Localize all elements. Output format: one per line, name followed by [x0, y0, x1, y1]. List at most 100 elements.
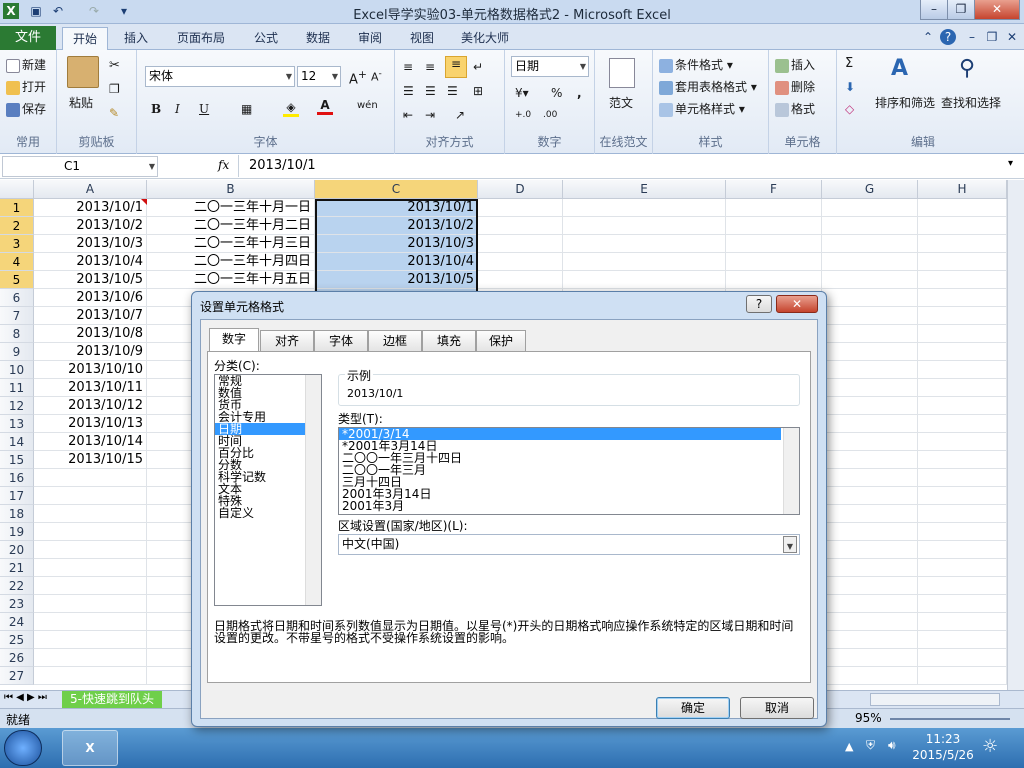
row-header[interactable]: 10	[0, 361, 34, 379]
align-top-icon[interactable]: ≡	[403, 60, 413, 74]
row-header[interactable]: 20	[0, 541, 34, 559]
column-header[interactable]: H	[918, 180, 1007, 199]
font-size-combo[interactable]: 12 ▼	[297, 66, 341, 87]
table-cell[interactable]	[822, 253, 918, 271]
row-header[interactable]: 23	[0, 595, 34, 613]
row-header[interactable]: 19	[0, 523, 34, 541]
table-cell[interactable]: 2013/10/5	[34, 271, 147, 289]
table-cell[interactable]	[563, 253, 726, 271]
table-cell[interactable]	[34, 613, 147, 631]
table-cell[interactable]: 2013/10/11	[34, 379, 147, 397]
row-header[interactable]: 3	[0, 235, 34, 253]
copy-icon[interactable]: ❐	[109, 82, 120, 96]
table-cell[interactable]	[34, 577, 147, 595]
find-select-button[interactable]: 查找和选择	[941, 94, 1001, 111]
row-header[interactable]: 18	[0, 505, 34, 523]
number-format-combo[interactable]: 日期 ▼	[511, 56, 589, 77]
vertical-scrollbar[interactable]	[1007, 180, 1024, 690]
zoom-level[interactable]: 95%	[855, 711, 882, 725]
tab-meihua[interactable]: 美化大师	[452, 27, 518, 50]
table-cell[interactable]	[822, 631, 918, 649]
tab-page-layout[interactable]: 页面布局	[170, 27, 232, 50]
tab-font[interactable]: 字体	[314, 330, 368, 351]
row-header[interactable]: 22	[0, 577, 34, 595]
underline-button[interactable]: U	[199, 102, 209, 116]
table-cell[interactable]	[34, 595, 147, 613]
paste-button[interactable]: 粘贴	[69, 94, 93, 111]
table-cell[interactable]	[918, 289, 1007, 307]
table-cell[interactable]	[918, 523, 1007, 541]
table-cell[interactable]	[918, 649, 1007, 667]
ok-button[interactable]: 确定	[656, 697, 730, 719]
table-cell[interactable]: 二〇一三年十月一日	[147, 199, 315, 217]
shrink-font-icon[interactable]: A-	[371, 68, 382, 84]
tab-insert[interactable]: 插入	[114, 27, 158, 50]
category-scrollbar[interactable]	[305, 375, 321, 605]
table-cell[interactable]	[822, 469, 918, 487]
table-cell[interactable]	[478, 271, 563, 289]
table-cell[interactable]	[822, 541, 918, 559]
sheet-nav-icon[interactable]: ⏮ ◀ ▶ ⏭	[4, 692, 47, 703]
align-right-icon[interactable]: ☰	[447, 84, 458, 98]
minimize-button[interactable]: –	[920, 0, 948, 20]
doc-minimize-icon[interactable]: –	[964, 29, 980, 45]
table-cell[interactable]	[478, 235, 563, 253]
row-header[interactable]: 1	[0, 199, 34, 217]
table-cell[interactable]	[563, 271, 726, 289]
expand-formula-icon[interactable]: ▾	[1008, 158, 1013, 169]
table-cell[interactable]	[822, 667, 918, 685]
table-cell[interactable]	[918, 613, 1007, 631]
dialog-close-button[interactable]: ✕	[776, 295, 818, 313]
table-cell[interactable]	[918, 577, 1007, 595]
row-header[interactable]: 12	[0, 397, 34, 415]
tray-arrow-icon[interactable]: ▲	[845, 740, 853, 753]
type-scrollbar[interactable]	[783, 428, 799, 514]
table-cell[interactable]	[34, 469, 147, 487]
row-header[interactable]: 9	[0, 343, 34, 361]
row-header[interactable]: 4	[0, 253, 34, 271]
locale-select[interactable]: 中文(中国) ▼	[338, 534, 800, 555]
tab-formulas[interactable]: 公式	[244, 27, 288, 50]
table-format-button[interactable]: 套用表格格式 ▾	[659, 78, 757, 95]
row-header[interactable]: 2	[0, 217, 34, 235]
table-cell[interactable]	[918, 361, 1007, 379]
table-cell[interactable]	[918, 343, 1007, 361]
template-icon[interactable]	[609, 58, 635, 88]
table-cell[interactable]	[478, 253, 563, 271]
italic-button[interactable]: I	[175, 102, 180, 116]
bold-button[interactable]: B	[151, 102, 161, 116]
table-cell[interactable]: 2013/10/10	[34, 361, 147, 379]
comma-button[interactable]: ,	[577, 86, 582, 100]
table-cell[interactable]	[822, 379, 918, 397]
table-cell[interactable]	[726, 217, 822, 235]
grow-font-icon[interactable]: A+	[349, 68, 367, 87]
table-cell[interactable]	[822, 433, 918, 451]
table-cell[interactable]: 二〇一三年十月三日	[147, 235, 315, 253]
paste-icon[interactable]	[67, 56, 99, 88]
table-cell[interactable]: 二〇一三年十月四日	[147, 253, 315, 271]
insert-function-button[interactable]: fx	[218, 158, 229, 172]
sort-filter-icon[interactable]: A	[891, 56, 921, 86]
orientation-icon[interactable]: ↗	[455, 108, 465, 122]
tab-data[interactable]: 数据	[296, 27, 340, 50]
sheet-tab[interactable]: 5-快速跳到队头	[62, 691, 162, 708]
tab-alignment[interactable]: 对齐	[260, 330, 314, 351]
merge-center-icon[interactable]: ⊞	[473, 84, 483, 98]
table-cell[interactable]	[34, 559, 147, 577]
align-middle-icon[interactable]: ≡	[425, 60, 435, 74]
conditional-format-button[interactable]: 条件格式 ▾	[659, 56, 733, 73]
table-cell[interactable]: 2013/10/9	[34, 343, 147, 361]
column-header[interactable]: C	[315, 180, 478, 199]
clear-icon[interactable]: ◇	[845, 102, 854, 116]
table-cell[interactable]	[822, 649, 918, 667]
restore-button[interactable]: ❐	[947, 0, 975, 20]
row-header[interactable]: 6	[0, 289, 34, 307]
row-header[interactable]: 26	[0, 649, 34, 667]
column-header[interactable]: D	[478, 180, 563, 199]
table-cell[interactable]	[822, 271, 918, 289]
table-cell[interactable]	[822, 199, 918, 217]
insert-cells-button[interactable]: 插入	[775, 56, 815, 73]
minimize-ribbon-icon[interactable]: ⌃	[920, 29, 936, 45]
type-item[interactable]: 二〇〇一年三月	[339, 464, 781, 476]
table-cell[interactable]	[563, 217, 726, 235]
